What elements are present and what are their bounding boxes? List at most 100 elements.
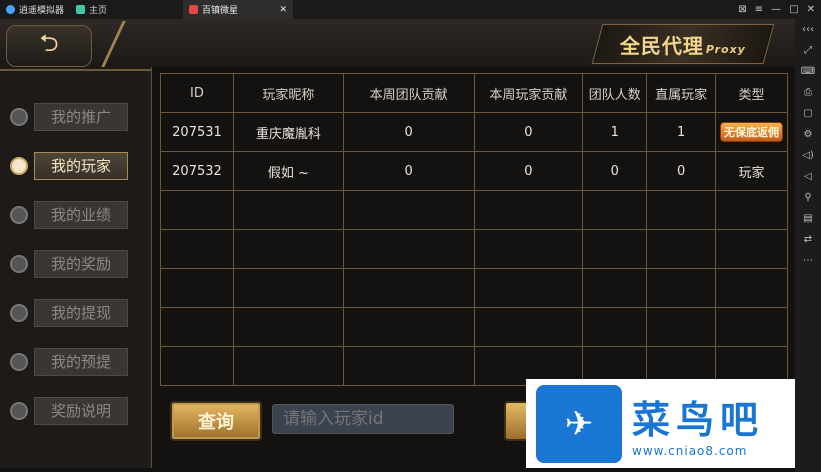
empty-cell xyxy=(232,229,344,269)
bird-logo-icon: ✈ xyxy=(536,384,622,463)
table-header-row: ID 玩家昵称 本周团队贡献 本周玩家贡献 团队人数 直属玩家 类型 xyxy=(160,73,788,113)
record-icon[interactable]: ⊠ xyxy=(738,4,746,15)
cell-team-contribution: 0 xyxy=(342,151,475,191)
sidebar-item-label: 我的玩家 xyxy=(34,152,128,180)
tab-game-label: 百镇微星 xyxy=(202,6,239,16)
radio-icon xyxy=(10,206,28,224)
back-arrow-icon: ⮌ xyxy=(39,28,59,57)
empty-cell xyxy=(342,307,475,347)
sidebar-item-withdraw[interactable]: 我的提现 xyxy=(10,297,135,329)
empty-cell xyxy=(232,268,344,308)
volume-up-icon[interactable]: ◁) xyxy=(802,149,814,163)
window-icon[interactable]: ▢ xyxy=(803,107,812,121)
rotate-icon[interactable]: ⇄ xyxy=(804,233,812,247)
sidebar-item-label: 我的业绩 xyxy=(34,201,128,229)
sidebar-item-promotion[interactable]: 我的推广 xyxy=(10,101,135,133)
screenshot-icon[interactable]: ⎙ xyxy=(804,86,812,100)
sidebar-item-label: 我的奖励 xyxy=(34,250,128,278)
settings-icon[interactable]: ⚙ xyxy=(804,128,813,142)
maximize-icon[interactable]: □ xyxy=(789,4,798,15)
app-name: 逍遥模拟器 xyxy=(19,6,65,16)
cell-team-contribution: 0 xyxy=(342,112,475,152)
cell-player-contribution: 0 xyxy=(473,112,584,152)
empty-cell xyxy=(646,268,717,308)
window-controls: ⊠ ≡ — □ ✕ xyxy=(738,0,821,19)
badge-title: 全民代理 xyxy=(620,33,704,58)
tab-close-icon[interactable]: ✕ xyxy=(279,5,287,15)
tab-home[interactable]: 主页 xyxy=(70,0,113,19)
col-direct-players: 直属玩家 xyxy=(646,73,717,113)
type-tag-button[interactable]: 无保底返佣 xyxy=(720,122,784,142)
sidebar-item-prewithdraw[interactable]: 我的预提 xyxy=(10,346,135,378)
empty-cell xyxy=(160,346,234,386)
empty-cell xyxy=(160,268,234,308)
sidebar-item-performance[interactable]: 我的业绩 xyxy=(10,199,135,231)
empty-cell xyxy=(582,190,648,230)
watermark-title: 菜鸟吧 xyxy=(632,397,765,442)
empty-cell xyxy=(232,346,344,386)
sidebar-item-reward-info[interactable]: 奖励说明 xyxy=(10,395,135,427)
cell-type: 玩家 xyxy=(715,151,788,191)
sidebar-item-rewards[interactable]: 我的奖励 xyxy=(10,248,135,280)
empty-cell xyxy=(160,307,234,347)
fullscreen-icon[interactable]: ⤢ xyxy=(804,44,812,58)
radio-icon xyxy=(10,108,28,126)
col-team-size: 团队人数 xyxy=(582,73,648,113)
game-header: ⮌ 全民代理 Proxy xyxy=(0,19,795,71)
sidebar-item-players[interactable]: 我的玩家 xyxy=(10,150,135,182)
more-icon[interactable]: ⋯ xyxy=(803,254,813,268)
empty-cell xyxy=(646,307,717,347)
empty-cell xyxy=(715,229,788,269)
empty-cell xyxy=(160,229,234,269)
cell-direct-players: 1 xyxy=(646,112,717,152)
query-button[interactable]: 查询 xyxy=(170,401,262,441)
app-logo-icon xyxy=(6,5,15,14)
menu-icon[interactable]: ≡ xyxy=(755,4,763,15)
game-tab-icon xyxy=(189,5,199,14)
empty-cell xyxy=(715,268,788,308)
keyboard-icon[interactable]: ⌨ xyxy=(801,65,815,79)
table-empty-row xyxy=(160,229,788,269)
empty-cell xyxy=(715,190,788,230)
empty-cell xyxy=(473,307,584,347)
radio-icon xyxy=(10,353,28,371)
query-button-label: 查询 xyxy=(198,412,234,433)
cell-id: 207532 xyxy=(160,151,234,191)
cell-direct-players: 0 xyxy=(646,151,717,191)
watermark: ✈ 菜鸟吧 www.cniao8.com xyxy=(526,379,795,468)
proxy-badge: 全民代理 Proxy xyxy=(591,24,775,64)
back-button[interactable]: ⮌ xyxy=(6,25,92,67)
empty-cell xyxy=(160,190,234,230)
table-row[interactable]: 207532 假如 ~ 0 0 0 0 玩家 xyxy=(160,151,788,191)
empty-cell xyxy=(582,268,648,308)
collapse-icon[interactable]: ‹‹‹ xyxy=(802,23,814,37)
radio-icon xyxy=(10,402,28,420)
file-icon[interactable]: ▤ xyxy=(803,212,812,226)
table-empty-row xyxy=(160,268,788,308)
close-window-icon[interactable]: ✕ xyxy=(807,4,815,15)
player-id-input[interactable] xyxy=(272,404,454,434)
col-player-contribution: 本周玩家贡献 xyxy=(473,73,584,113)
tab-game[interactable]: 百镇微星 ✕ xyxy=(183,0,294,19)
empty-cell xyxy=(473,190,584,230)
home-tab-icon xyxy=(76,5,86,14)
location-icon[interactable]: ⚲ xyxy=(804,191,811,205)
table-row[interactable]: 207531 重庆魔胤科 0 0 1 1 无保底返佣 xyxy=(160,112,788,152)
app-title: 逍遥模拟器 xyxy=(0,0,70,19)
empty-cell xyxy=(582,307,648,347)
col-nickname: 玩家昵称 xyxy=(232,73,344,113)
watermark-url: www.cniao8.com xyxy=(632,444,748,458)
tab-game-title: 百镇微星 xyxy=(189,3,238,16)
badge-subtitle: Proxy xyxy=(706,42,746,56)
players-table: ID 玩家昵称 本周团队贡献 本周玩家贡献 团队人数 直属玩家 类型 20753… xyxy=(160,73,788,386)
empty-cell xyxy=(473,268,584,308)
table-empty-row xyxy=(160,307,788,347)
minimize-icon[interactable]: — xyxy=(771,4,781,15)
game-screen: ⮌ 全民代理 Proxy 我的推广 我的玩家 我的业绩 我的奖励 我的提现 我的… xyxy=(0,19,795,468)
empty-cell xyxy=(232,190,344,230)
volume-down-icon[interactable]: ◁ xyxy=(804,170,812,184)
radio-icon xyxy=(10,304,28,322)
emulator-titlebar: 逍遥模拟器 主页 百镇微星 ✕ ⊠ ≡ — □ ✕ xyxy=(0,0,821,20)
empty-cell xyxy=(646,190,717,230)
empty-cell xyxy=(232,307,344,347)
